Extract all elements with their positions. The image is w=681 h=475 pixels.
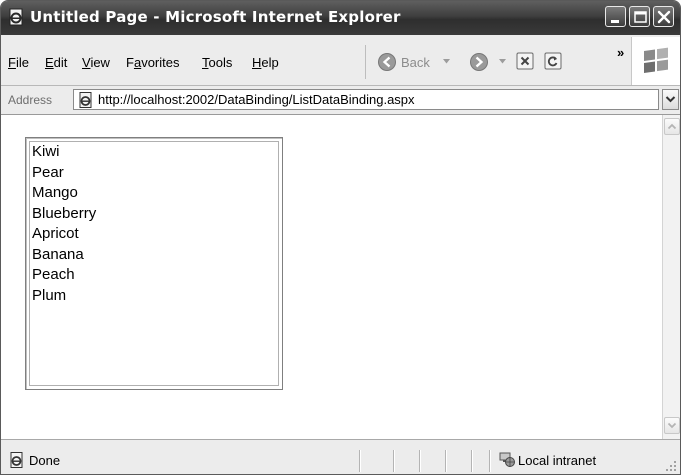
address-url: http://localhost:2002/DataBinding/ListDa… — [98, 92, 415, 107]
back-dropdown-icon[interactable] — [443, 59, 450, 64]
menu-file[interactable]: File — [8, 55, 29, 70]
resize-grip-icon[interactable] — [665, 460, 677, 474]
menu-help[interactable]: Help — [252, 55, 279, 70]
list-item[interactable]: Peach — [32, 266, 75, 283]
status-divider — [489, 450, 490, 472]
back-arrow-icon — [378, 53, 396, 71]
list-item[interactable]: Banana — [32, 246, 84, 263]
address-bar: Address http://localhost:2002/DataBindin… — [1, 86, 680, 115]
minimize-icon — [611, 20, 619, 23]
menu-tools[interactable]: Tools — [202, 55, 232, 70]
refresh-button[interactable] — [544, 52, 562, 73]
close-icon — [657, 10, 671, 24]
address-dropdown-button[interactable] — [662, 89, 679, 110]
list-item[interactable]: Blueberry — [32, 205, 96, 222]
minimize-button[interactable] — [605, 6, 626, 27]
forward-button[interactable] — [469, 52, 489, 75]
menu-bar: File Edit View Favorites Tools Help Back — [1, 35, 680, 86]
forward-dropdown-icon[interactable] — [499, 59, 506, 64]
chevron-down-icon — [665, 96, 676, 103]
status-divider — [393, 450, 394, 472]
status-divider — [419, 450, 420, 472]
ie-page-icon — [7, 8, 25, 26]
maximize-button[interactable] — [629, 6, 650, 27]
security-zone-text: Local intranet — [518, 453, 597, 468]
list-item[interactable]: Pear — [32, 164, 64, 181]
browser-window: Untitled Page - Microsoft Internet Explo… — [0, 0, 681, 475]
title-bar[interactable]: Untitled Page - Microsoft Internet Explo… — [1, 1, 680, 35]
list-item[interactable]: Kiwi — [32, 143, 60, 160]
ie-page-icon — [77, 92, 94, 111]
back-button[interactable] — [377, 52, 397, 75]
page-content: Kiwi Pear Mango Blueberry Apricot Banana… — [1, 115, 662, 439]
toolbar-separator — [365, 45, 366, 79]
list-item[interactable]: Mango — [32, 184, 78, 201]
scroll-down-button[interactable] — [664, 417, 680, 434]
maximize-icon — [634, 11, 647, 23]
fruit-listbox[interactable]: Kiwi Pear Mango Blueberry Apricot Banana… — [25, 137, 283, 390]
back-label: Back — [401, 55, 430, 70]
listbox-inner-border — [29, 141, 279, 386]
status-text: Done — [29, 453, 61, 468]
window-title: Untitled Page - Microsoft Internet Explo… — [30, 8, 401, 26]
local-intranet-icon — [498, 450, 516, 471]
forward-arrow-icon — [470, 53, 488, 71]
menu-edit[interactable]: Edit — [45, 55, 67, 70]
address-label: Address — [8, 93, 53, 107]
windows-logo — [631, 37, 680, 85]
status-bar: Done Local intranet — [1, 439, 680, 474]
chevron-up-icon — [667, 123, 677, 130]
status-divider — [471, 450, 472, 472]
refresh-icon — [544, 52, 562, 70]
menu-favorites[interactable]: Favorites — [126, 55, 179, 70]
ie-page-icon — [8, 452, 25, 471]
toolbar-overflow-chevron[interactable]: » — [617, 45, 624, 60]
close-button[interactable] — [653, 6, 674, 27]
stop-icon — [516, 52, 534, 70]
list-item[interactable]: Apricot — [32, 225, 79, 242]
vertical-scrollbar[interactable] — [662, 115, 680, 439]
chevron-down-icon — [667, 422, 677, 429]
windows-logo-icon — [644, 47, 668, 73]
status-divider — [445, 450, 446, 472]
menu-view[interactable]: View — [82, 55, 110, 70]
address-field[interactable]: http://localhost:2002/DataBinding/ListDa… — [73, 89, 659, 110]
status-divider — [359, 450, 360, 472]
stop-button[interactable] — [516, 52, 534, 73]
scroll-up-button[interactable] — [664, 118, 680, 135]
list-item[interactable]: Plum — [32, 287, 66, 304]
